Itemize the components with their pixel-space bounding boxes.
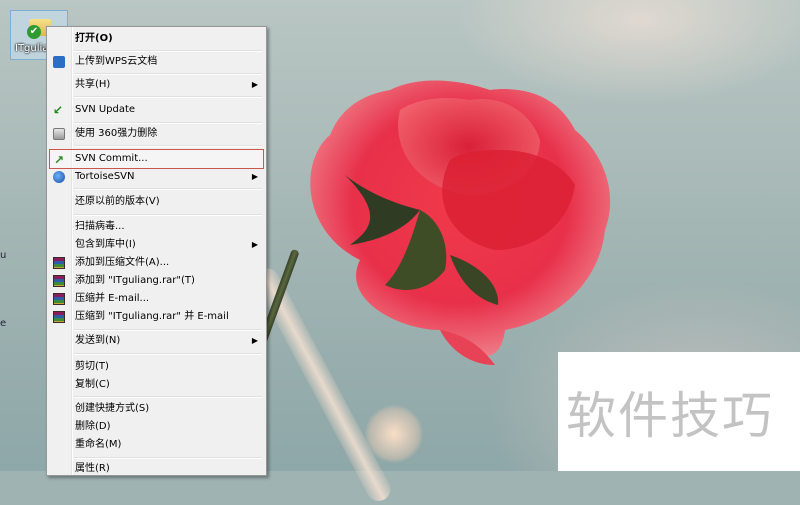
menu-item-label: 使用 360强力删除 bbox=[75, 128, 158, 139]
watermark: 软件技巧 bbox=[566, 387, 774, 445]
menu-item-label: 上传到WPS云文档 bbox=[75, 56, 158, 67]
winrar-icon bbox=[53, 275, 65, 287]
svn-commit-icon: ↗ bbox=[54, 153, 65, 167]
menu-separator bbox=[74, 214, 262, 216]
menu-item-label: SVN Update bbox=[75, 104, 136, 115]
menu-separator bbox=[74, 353, 262, 355]
menu-item-label: TortoiseSVN bbox=[75, 171, 135, 182]
menu-item-properties[interactable]: 属性(R) bbox=[49, 459, 264, 479]
menu-item-upload-wps[interactable]: 上传到WPS云文档 bbox=[49, 52, 264, 72]
menu-item-label: 压缩并 E-mail... bbox=[75, 293, 150, 304]
menu-separator bbox=[74, 396, 262, 398]
menu-item-delete[interactable]: 删除(D) bbox=[49, 417, 264, 437]
desktop-edge-label: u bbox=[0, 250, 7, 261]
menu-item-label: 包含到库中(I) bbox=[75, 239, 136, 250]
menu-item-label: 发送到(N) bbox=[75, 335, 121, 346]
menu-item-add-archive[interactable]: 添加到压缩文件(A)... bbox=[49, 253, 264, 273]
svn-status-check-icon: ✔ bbox=[27, 25, 41, 39]
menu-item-label: 压缩到 "ITguliang.rar" 并 E-mail bbox=[75, 311, 229, 322]
menu-item-label: SVN Commit... bbox=[75, 153, 148, 164]
menu-separator bbox=[74, 188, 262, 190]
menu-item-label: 扫描病毒... bbox=[75, 221, 125, 232]
menu-item-restore-previous[interactable]: 还原以前的版本(V) bbox=[49, 192, 264, 212]
menu-item-label: 共享(H) bbox=[75, 79, 111, 90]
menu-item-add-to-rar[interactable]: 添加到 "ITguliang.rar"(T) bbox=[49, 271, 264, 291]
menu-item-copy[interactable]: 复制(C) bbox=[49, 375, 264, 395]
menu-item-label: 添加到压缩文件(A)... bbox=[75, 257, 170, 268]
menu-item-cut[interactable]: 剪切(T) bbox=[49, 357, 264, 377]
tortoisesvn-icon bbox=[53, 171, 65, 183]
menu-item-open[interactable]: 打开(O) bbox=[49, 29, 264, 49]
submenu-arrow-icon: ▶ bbox=[251, 240, 258, 249]
menu-item-rename[interactable]: 重命名(M) bbox=[49, 435, 264, 455]
menu-item-label: 添加到 "ITguliang.rar"(T) bbox=[75, 275, 195, 286]
submenu-arrow-icon: ▶ bbox=[251, 172, 258, 181]
menu-item-label: 属性(R) bbox=[75, 463, 110, 474]
menu-item-include-library[interactable]: 包含到库中(I) ▶ bbox=[49, 235, 264, 255]
menu-item-label: 删除(D) bbox=[75, 421, 111, 432]
menu-item-label: 复制(C) bbox=[75, 379, 110, 390]
menu-item-label: 创建快捷方式(S) bbox=[75, 403, 150, 414]
menu-item-label: 还原以前的版本(V) bbox=[75, 196, 160, 207]
menu-separator bbox=[74, 96, 262, 98]
bokeh-light bbox=[365, 405, 423, 463]
menu-item-compress-rar-email[interactable]: 压缩到 "ITguliang.rar" 并 E-mail bbox=[49, 307, 264, 327]
menu-item-compress-email[interactable]: 压缩并 E-mail... bbox=[49, 289, 264, 309]
wps-cloud-icon bbox=[53, 56, 65, 68]
desktop-edge-label: e bbox=[0, 318, 7, 329]
submenu-arrow-icon: ▶ bbox=[251, 80, 258, 89]
menu-item-create-shortcut[interactable]: 创建快捷方式(S) bbox=[49, 399, 264, 419]
winrar-icon bbox=[53, 293, 65, 305]
menu-item-svn-update[interactable]: ↙ SVN Update bbox=[49, 100, 264, 120]
menu-item-send-to[interactable]: 发送到(N) ▶ bbox=[49, 331, 264, 351]
menu-item-scan-virus[interactable]: 扫描病毒... bbox=[49, 217, 264, 237]
context-menu: 打开(O) 上传到WPS云文档 共享(H) ▶ ↙ SVN Update 使用 … bbox=[46, 26, 267, 476]
menu-item-label: 重命名(M) bbox=[75, 439, 122, 450]
winrar-icon bbox=[53, 311, 65, 323]
menu-item-360-delete[interactable]: 使用 360强力删除 bbox=[49, 124, 264, 144]
shredder-360-icon bbox=[53, 128, 65, 140]
submenu-arrow-icon: ▶ bbox=[251, 336, 258, 345]
menu-item-tortoisesvn[interactable]: TortoiseSVN ▶ bbox=[49, 167, 264, 187]
menu-item-svn-commit[interactable]: ↗ SVN Commit... bbox=[49, 149, 264, 169]
menu-item-share[interactable]: 共享(H) ▶ bbox=[49, 75, 264, 95]
menu-item-label: 打开(O) bbox=[75, 33, 113, 44]
menu-item-label: 剪切(T) bbox=[75, 361, 109, 372]
winrar-icon bbox=[53, 257, 65, 269]
menu-separator bbox=[74, 145, 262, 147]
svn-update-icon: ↙ bbox=[53, 103, 64, 117]
